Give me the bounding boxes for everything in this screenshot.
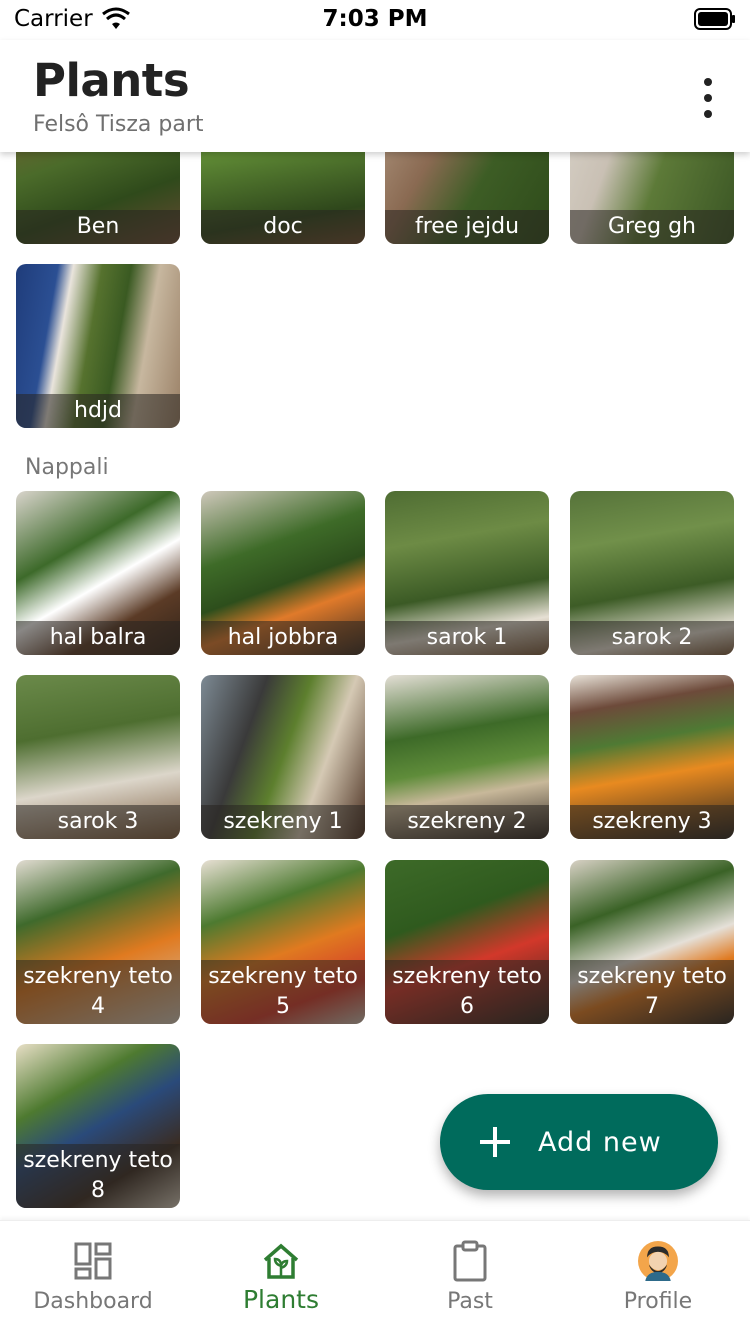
plant-card-label: szekreny teto 8 xyxy=(16,1144,180,1208)
more-vert-icon[interactable] xyxy=(696,78,720,118)
plant-card[interactable]: szekreny 2 xyxy=(385,675,549,839)
nav-item-plants[interactable]: Plants xyxy=(226,1221,336,1335)
plant-card-label: Ben xyxy=(16,210,180,244)
plant-grid: Ben doc free jejdu Greg gh hdjd Nappali … xyxy=(0,152,750,1220)
plant-card-label: sarok 2 xyxy=(570,621,734,655)
plant-card-label: sarok 3 xyxy=(16,805,180,839)
home-plant-icon xyxy=(261,1241,301,1281)
plant-card-label: szekreny teto 4 xyxy=(16,960,180,1024)
plant-card-label: free jejdu xyxy=(385,210,549,244)
plant-card-label: hal jobbra xyxy=(201,621,365,655)
plant-card[interactable]: szekreny teto 8 xyxy=(16,1044,180,1208)
plant-card[interactable]: hdjd xyxy=(16,264,180,428)
plant-card-label: szekreny teto 6 xyxy=(385,960,549,1024)
plant-card-label: Greg gh xyxy=(570,210,734,244)
plant-card[interactable]: sarok 3 xyxy=(16,675,180,839)
plant-card-label: szekreny 2 xyxy=(385,805,549,839)
dashboard-icon xyxy=(73,1241,113,1281)
nav-label: Past xyxy=(447,1289,493,1314)
plant-card-label: doc xyxy=(201,210,365,244)
plant-card-label: hal balra xyxy=(16,621,180,655)
plant-card[interactable]: doc xyxy=(201,152,365,244)
nav-label: Profile xyxy=(623,1289,693,1314)
plant-card[interactable]: sarok 2 xyxy=(570,491,734,655)
plant-card-label: szekreny 1 xyxy=(201,805,365,839)
status-bar: Carrier 7:03 PM xyxy=(0,0,750,40)
section-title: Nappali xyxy=(25,455,109,480)
plant-card[interactable]: hal balra xyxy=(16,491,180,655)
plant-card[interactable]: szekreny teto 5 xyxy=(201,860,365,1024)
location-subtitle: Felsô Tisza part xyxy=(33,112,204,137)
battery-icon xyxy=(694,8,735,30)
plant-card[interactable]: Ben xyxy=(16,152,180,244)
nav-item-profile[interactable]: Profile xyxy=(608,1221,708,1335)
plus-icon xyxy=(480,1127,510,1157)
status-time: 7:03 PM xyxy=(322,6,428,32)
plant-card-label: sarok 1 xyxy=(385,621,549,655)
nav-item-dashboard[interactable]: Dashboard xyxy=(26,1221,160,1335)
plant-card[interactable]: szekreny teto 4 xyxy=(16,860,180,1024)
page-title: Plants xyxy=(33,54,190,107)
plant-card[interactable]: sarok 1 xyxy=(385,491,549,655)
plant-card[interactable]: free jejdu xyxy=(385,152,549,244)
app-header: Plants Felsô Tisza part xyxy=(0,40,750,152)
plant-card[interactable]: szekreny teto 7 xyxy=(570,860,734,1024)
plant-card-label: szekreny teto 7 xyxy=(570,960,734,1024)
bottom-navigation: Dashboard Plants Past Profile xyxy=(0,1220,750,1335)
add-new-label: Add new xyxy=(538,1126,662,1158)
clipboard-icon xyxy=(450,1240,490,1282)
plant-card[interactable]: Greg gh xyxy=(570,152,734,244)
plant-card-label: szekreny 3 xyxy=(570,805,734,839)
nav-label: Plants xyxy=(242,1285,319,1314)
nav-item-past[interactable]: Past xyxy=(420,1221,520,1335)
plant-card-label: szekreny teto 5 xyxy=(201,960,365,1024)
plant-card[interactable]: szekreny 3 xyxy=(570,675,734,839)
add-new-button[interactable]: Add new xyxy=(440,1094,718,1190)
plant-card-label: hdjd xyxy=(16,394,180,428)
avatar xyxy=(638,1241,678,1281)
plant-card[interactable]: szekreny teto 6 xyxy=(385,860,549,1024)
nav-label: Dashboard xyxy=(33,1289,153,1314)
plant-card[interactable]: hal jobbra xyxy=(201,491,365,655)
plant-card[interactable]: szekreny 1 xyxy=(201,675,365,839)
